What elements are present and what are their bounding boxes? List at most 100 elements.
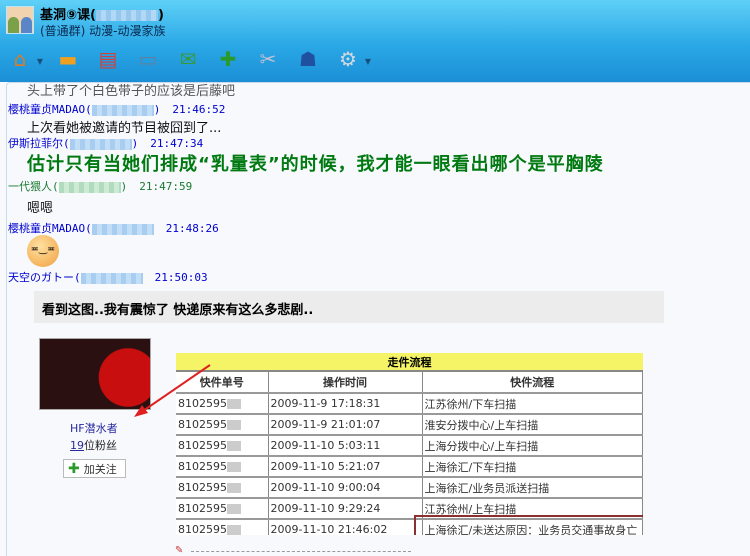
table-cell: 8102595 (176, 435, 269, 457)
table-cell: 2009-11-10 9:29:24 (268, 498, 423, 520)
mail-forward-icon[interactable]: ✉ (174, 45, 202, 73)
cell-text: 8102595 (178, 460, 227, 473)
highlight-box (414, 515, 643, 535)
message-time: 21:46:52 (172, 103, 226, 116)
toolbar: ⌂ ▼ ▬ ▤ ▭ ✉ ✚ ✂ ☗ ⚙ ▼ (6, 45, 371, 73)
sender-name[interactable]: 樱桃童贞MADAO( (8, 103, 92, 116)
message-header: 樱桃童贞MADAO( 21:48:26 (8, 220, 219, 236)
message-header: 伊斯拉菲尔() 21:47:34 (8, 137, 204, 150)
chevron-down-icon[interactable]: ▼ (365, 57, 371, 66)
table-cell: 上海分拨中心/上车扫描 (422, 435, 643, 457)
cell-text: 淮安分拨中心/上车扫描 (424, 418, 539, 432)
sender-name[interactable]: 一代猥人( (8, 180, 59, 193)
cell-text: 2009-11-10 5:21:07 (270, 460, 381, 473)
table-row: 8102595 2009-11-10 5:21:07 上海徐汇/下车扫描 (176, 456, 643, 478)
chevron-down-icon[interactable]: ▼ (37, 57, 43, 66)
message-header: 天空のガトー(21:50:03 (8, 269, 208, 285)
cell-text: 上海徐汇/下车扫描 (424, 460, 517, 474)
blurred-id (91, 223, 154, 235)
table-cell: 2009-11-10 5:03:11 (268, 435, 423, 457)
table-row: 8102595 2009-11-10 9:00:04 上海徐汇/业务员派送扫描 (176, 477, 643, 499)
chat-history[interactable]: 头上带了个白色带子的应该是后藤吧 樱桃童贞MADAO() 21:46:52 上次看… (6, 82, 750, 556)
cell-text: 2009-11-10 9:29:24 (270, 502, 381, 515)
fans-label: 位粉丝 (84, 439, 117, 452)
post-title: 看到这图..我有震惊了 快递原来有这么多悲剧.. (34, 291, 664, 323)
cell-text: 江苏徐州/上车扫描 (424, 502, 517, 516)
table-cell: 江苏徐州/下车扫描 (422, 393, 643, 415)
table-cell: 上海徐汇/下车扫描 (422, 456, 643, 478)
table-cell: 2009-11-9 21:01:07 (268, 414, 423, 436)
plus-icon: ✚ (68, 460, 80, 477)
table-cell: 淮安分拨中心/上车扫描 (422, 414, 643, 436)
sender-name[interactable]: 伊斯拉菲尔( (8, 137, 70, 150)
group-avatar[interactable] (6, 6, 34, 34)
tracking-table: 快件单号 操作时间 快件流程 8102595 2009-11-9 17:18:31… (176, 372, 643, 535)
blurred-id (91, 104, 154, 116)
blurred-digits (227, 399, 241, 409)
table-cell: 2009-11-10 21:46:02 (268, 519, 423, 535)
pencil-icon: ✎ (175, 545, 184, 556)
emoticon-icon: ≖‿≖ (27, 235, 59, 267)
cell-text: 2009-11-9 21:01:07 (270, 418, 381, 431)
follow-button[interactable]: ✚ 加关注 (63, 459, 126, 478)
cell-text: 上海分拨中心/上车扫描 (424, 439, 539, 453)
blurred-id (95, 10, 158, 21)
cell-text: 2009-11-10 9:00:04 (270, 481, 381, 494)
card-icon[interactable]: ▭ (134, 45, 162, 73)
cell-text: 8102595 (178, 439, 227, 452)
settings-icon[interactable]: ⚙ ▼ (334, 45, 371, 73)
blurred-id (58, 181, 121, 193)
blurred-digits (227, 441, 241, 451)
table-cell: 8102595 (176, 519, 269, 535)
column-header: 操作时间 (268, 372, 423, 394)
table-row: 8102595 2009-11-9 21:01:07 淮安分拨中心/上车扫描 (176, 414, 643, 436)
table-row: 8102595 2009-11-10 5:03:11 上海分拨中心/上车扫描 (176, 435, 643, 457)
home-icon[interactable]: ⌂ ▼ (6, 45, 43, 73)
table-cell: 2009-11-9 17:18:31 (268, 393, 423, 415)
post-user-link[interactable]: HF潜水者 (70, 420, 118, 436)
blurred-digits (227, 483, 241, 493)
sender-name[interactable]: 天空のガトー( (8, 271, 81, 284)
message-text: 估计只有当她们排成“乳量表”的时候，我才能一眼看出哪个是平胸陵 (27, 154, 604, 175)
tools-icon[interactable]: ✂ (254, 45, 282, 73)
message-time: 21:47:59 (139, 180, 193, 193)
cell-text: 8102595 (178, 481, 227, 494)
tracking-table-image: 走件流程 快件单号 操作时间 快件流程 8102595 2009-11-9 17:… (176, 353, 643, 535)
blurred-digits (227, 462, 241, 472)
table-cell: 2009-11-10 9:00:04 (268, 477, 423, 499)
new-message-icon[interactable]: ✚ (214, 45, 242, 73)
message-text: 嗯嗯 (27, 201, 54, 216)
blurred-digits (227, 420, 241, 430)
cell-text: 8102595 (178, 523, 227, 535)
cell-text: 2009-11-10 21:46:02 (270, 523, 388, 535)
folder-share-icon[interactable]: ▬ (54, 45, 82, 73)
title-bar: 基洞⑨课() (普通群) 动漫-动漫家族 ⌂ ▼ ▬ ▤ ▭ ✉ ✚ ✂ ☗ ⚙ ▼ (0, 0, 750, 82)
message-text: 头上带了个白色带子的应该是后藤吧 (27, 84, 236, 99)
message-header: 一代猥人() 21:47:59 (8, 180, 193, 193)
group-subtitle: (普通群) 动漫-动漫家族 (40, 24, 166, 38)
message-time: 21:48:26 (165, 222, 219, 235)
message-text: 上次看她被邀请的节目被囧到了... (27, 121, 222, 136)
cell-text: 上海徐汇/业务员派送扫描 (424, 481, 550, 495)
column-header: 快件流程 (422, 372, 643, 394)
cell-text: 8102595 (178, 502, 227, 515)
cell-text: 2009-11-9 17:18:31 (270, 397, 381, 410)
table-cell: 上海徐汇/业务员派送扫描 (422, 477, 643, 499)
blurred-id (80, 272, 143, 284)
table-cell: 8102595 (176, 498, 269, 520)
fans-count-link[interactable]: 19 (70, 439, 84, 452)
sender-name[interactable]: 樱桃童贞MADAO( (8, 222, 92, 235)
blurred-digits (227, 525, 241, 535)
red-arrow (134, 364, 211, 417)
message-time: 21:47:34 (150, 137, 204, 150)
blurred-digits (227, 504, 241, 514)
album-icon[interactable]: ▤ (94, 45, 122, 73)
blurred-id (69, 138, 132, 150)
police-icon[interactable]: ☗ (294, 45, 322, 73)
table-row: 8102595 2009-11-9 17:18:31 江苏徐州/下车扫描 (176, 393, 643, 415)
message-header: 樱桃童贞MADAO() 21:46:52 (8, 103, 226, 116)
table-caption: 走件流程 (176, 353, 643, 372)
cell-text: 2009-11-10 5:03:11 (270, 439, 381, 452)
follow-label: 加关注 (83, 462, 117, 476)
divider (191, 551, 411, 552)
